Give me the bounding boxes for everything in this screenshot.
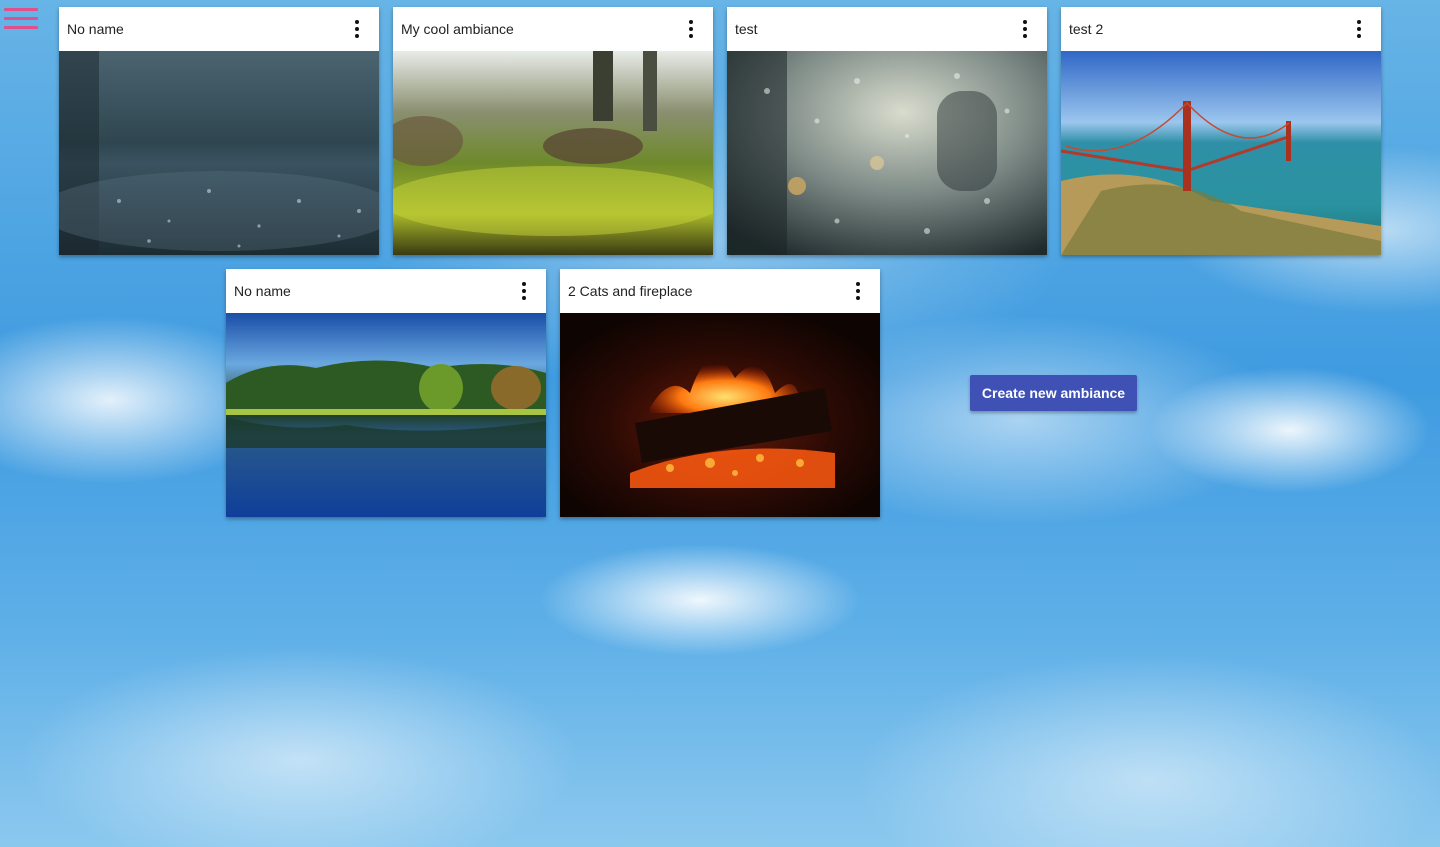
hamburger-menu-icon[interactable] (4, 8, 38, 34)
card-title: My cool ambiance (401, 21, 514, 37)
card-title: No name (67, 21, 124, 37)
more-vert-icon[interactable] (1013, 17, 1037, 41)
ambiance-thumbnail-fireplace (560, 313, 880, 517)
ambiance-card[interactable]: No name (59, 7, 379, 255)
card-header: No name (59, 7, 379, 51)
more-vert-icon[interactable] (846, 279, 870, 303)
card-title: 2 Cats and fireplace (568, 283, 693, 299)
card-header: test 2 (1061, 7, 1381, 51)
card-header: My cool ambiance (393, 7, 713, 51)
ambiance-thumbnail-rain (59, 51, 379, 255)
ambiance-card[interactable]: No name (226, 269, 546, 517)
card-header: test (727, 7, 1047, 51)
create-new-ambiance-button[interactable]: Create new ambiance (970, 375, 1137, 411)
ambiance-thumbnail-window (727, 51, 1047, 255)
ambiance-thumbnail-lake (226, 313, 546, 517)
card-title: test (735, 21, 758, 37)
more-vert-icon[interactable] (512, 279, 536, 303)
card-title: No name (234, 283, 291, 299)
card-header: 2 Cats and fireplace (560, 269, 880, 313)
ambiance-card[interactable]: 2 Cats and fireplace (560, 269, 880, 517)
ambiance-card[interactable]: test 2 (1061, 7, 1381, 255)
more-vert-icon[interactable] (345, 17, 369, 41)
ambiance-thumbnail-moss (393, 51, 713, 255)
more-vert-icon[interactable] (1347, 17, 1371, 41)
card-title: test 2 (1069, 21, 1104, 37)
ambiance-card[interactable]: My cool ambiance (393, 7, 713, 255)
ambiance-card[interactable]: test (727, 7, 1047, 255)
ambiance-thumbnail-bridge (1061, 51, 1381, 255)
card-header: No name (226, 269, 546, 313)
more-vert-icon[interactable] (679, 17, 703, 41)
